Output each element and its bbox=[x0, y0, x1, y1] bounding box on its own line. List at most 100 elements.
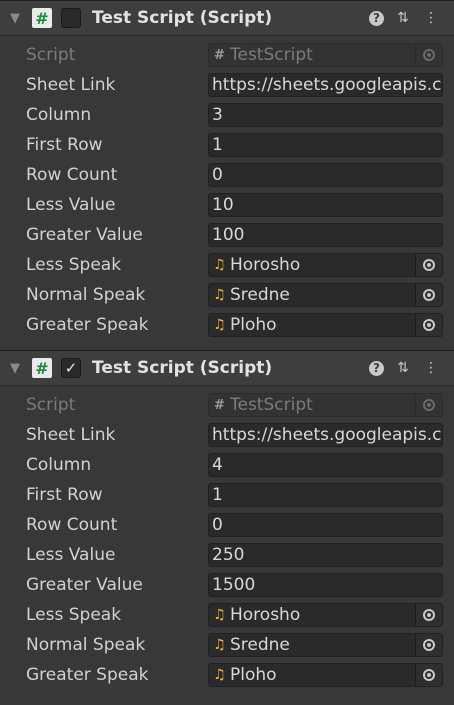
sheet-link-input[interactable]: https://sheets.googleapis.com bbox=[208, 423, 443, 447]
row-greater-speak: Greater Speak ♫ Ploho bbox=[0, 660, 454, 690]
kebab-menu-icon[interactable]: ⋮ bbox=[422, 359, 440, 377]
sheet-link-input[interactable]: https://sheets.googleapis.com bbox=[208, 73, 443, 97]
script-mini-icon: # bbox=[214, 47, 225, 63]
column-input[interactable]: 3 bbox=[208, 103, 443, 127]
object-picker-icon[interactable] bbox=[415, 604, 442, 626]
row-greater-speak: Greater Speak ♫ Ploho bbox=[0, 310, 454, 340]
label-greater-speak: Greater Speak bbox=[26, 315, 149, 335]
label-row-count: Row Count bbox=[26, 165, 118, 185]
row-column: Column 3 bbox=[0, 100, 454, 130]
less-speak-value: Horosho bbox=[230, 605, 301, 625]
label-greater-value: Greater Value bbox=[26, 575, 143, 595]
row-sheet-link: Sheet Link https://sheets.googleapis.com bbox=[0, 70, 454, 100]
greater-value-input[interactable]: 1500 bbox=[208, 573, 443, 597]
object-picker-icon[interactable] bbox=[415, 634, 442, 656]
greater-value-value: 1500 bbox=[212, 575, 256, 595]
foldout-triangle-icon[interactable]: ▼ bbox=[6, 9, 24, 27]
component-header[interactable]: ▼ # Test Script (Script) ? ⇅ ⋮ bbox=[0, 0, 454, 36]
label-less-value: Less Value bbox=[26, 545, 116, 565]
sheet-link-value: https://sheets.googleapis.com bbox=[212, 75, 442, 95]
less-speak-field[interactable]: ♫ Horosho bbox=[208, 253, 443, 277]
object-picker-icon[interactable] bbox=[415, 254, 442, 276]
enabled-checkbox[interactable] bbox=[61, 8, 81, 28]
first-row-value: 1 bbox=[212, 135, 223, 155]
object-picker-icon bbox=[415, 44, 442, 66]
row-less-speak: Less Speak ♫ Horosho bbox=[0, 600, 454, 630]
row-less-value: Less Value 10 bbox=[0, 190, 454, 220]
presets-icon[interactable]: ⇅ bbox=[394, 9, 412, 27]
label-greater-speak: Greater Speak bbox=[26, 665, 149, 685]
row-count-input[interactable]: 0 bbox=[208, 513, 443, 537]
script-icon: # bbox=[32, 358, 52, 378]
row-normal-speak: Normal Speak ♫ Sredne bbox=[0, 630, 454, 660]
less-value-input[interactable]: 250 bbox=[208, 543, 443, 567]
audio-clip-icon: ♫ bbox=[213, 317, 226, 333]
greater-speak-value: Ploho bbox=[230, 315, 277, 335]
less-value-value: 250 bbox=[212, 545, 245, 565]
script-value: TestScript bbox=[230, 45, 313, 65]
script-field: # TestScript bbox=[208, 393, 443, 417]
label-script: Script bbox=[26, 45, 76, 65]
component-test-script-2: ▼ # ✓ Test Script (Script) ? ⇅ ⋮ Script … bbox=[0, 350, 454, 690]
less-speak-value: Horosho bbox=[230, 255, 301, 275]
kebab-menu-icon[interactable]: ⋮ bbox=[422, 9, 440, 27]
object-picker-icon[interactable] bbox=[415, 284, 442, 306]
row-greater-value: Greater Value 100 bbox=[0, 220, 454, 250]
help-icon[interactable]: ? bbox=[369, 10, 384, 26]
row-less-speak: Less Speak ♫ Horosho bbox=[0, 250, 454, 280]
label-first-row: First Row bbox=[26, 485, 103, 505]
row-row-count: Row Count 0 bbox=[0, 160, 454, 190]
sheet-link-value: https://sheets.googleapis.com bbox=[212, 425, 442, 445]
foldout-triangle-icon[interactable]: ▼ bbox=[6, 359, 24, 377]
normal-speak-field[interactable]: ♫ Sredne bbox=[208, 633, 443, 657]
greater-speak-field[interactable]: ♫ Ploho bbox=[208, 313, 443, 337]
label-less-value: Less Value bbox=[26, 195, 116, 215]
label-less-speak: Less Speak bbox=[26, 605, 122, 625]
row-sheet-link: Sheet Link https://sheets.googleapis.com bbox=[0, 420, 454, 450]
row-script: Script # TestScript bbox=[0, 390, 454, 420]
less-value-value: 10 bbox=[212, 195, 234, 215]
object-picker-icon[interactable] bbox=[415, 314, 442, 336]
script-value: TestScript bbox=[230, 395, 313, 415]
label-first-row: First Row bbox=[26, 135, 103, 155]
row-count-input[interactable]: 0 bbox=[208, 163, 443, 187]
row-first-row: First Row 1 bbox=[0, 480, 454, 510]
row-normal-speak: Normal Speak ♫ Sredne bbox=[0, 280, 454, 310]
component-header[interactable]: ▼ # ✓ Test Script (Script) ? ⇅ ⋮ bbox=[0, 350, 454, 386]
audio-clip-icon: ♫ bbox=[213, 287, 226, 303]
greater-value-input[interactable]: 100 bbox=[208, 223, 443, 247]
label-greater-value: Greater Value bbox=[26, 225, 143, 245]
script-mini-icon: # bbox=[214, 397, 225, 413]
audio-clip-icon: ♫ bbox=[213, 607, 226, 623]
label-sheet-link: Sheet Link bbox=[26, 75, 116, 95]
help-icon[interactable]: ? bbox=[369, 360, 384, 376]
audio-clip-icon: ♫ bbox=[213, 257, 226, 273]
label-column: Column bbox=[26, 455, 92, 475]
label-normal-speak: Normal Speak bbox=[26, 285, 146, 305]
row-count-value: 0 bbox=[212, 515, 223, 535]
audio-clip-icon: ♫ bbox=[213, 667, 226, 683]
row-script: Script # TestScript bbox=[0, 40, 454, 70]
less-speak-field[interactable]: ♫ Horosho bbox=[208, 603, 443, 627]
column-value: 3 bbox=[212, 105, 223, 125]
normal-speak-value: Sredne bbox=[230, 635, 290, 655]
row-greater-value: Greater Value 1500 bbox=[0, 570, 454, 600]
greater-value-value: 100 bbox=[212, 225, 245, 245]
column-input[interactable]: 4 bbox=[208, 453, 443, 477]
label-row-count: Row Count bbox=[26, 515, 118, 535]
greater-speak-field[interactable]: ♫ Ploho bbox=[208, 663, 443, 687]
first-row-input[interactable]: 1 bbox=[208, 483, 443, 507]
row-less-value: Less Value 250 bbox=[0, 540, 454, 570]
object-picker-icon[interactable] bbox=[415, 664, 442, 686]
component-title: Test Script (Script) bbox=[92, 8, 273, 28]
first-row-input[interactable]: 1 bbox=[208, 133, 443, 157]
label-sheet-link: Sheet Link bbox=[26, 425, 116, 445]
normal-speak-field[interactable]: ♫ Sredne bbox=[208, 283, 443, 307]
audio-clip-icon: ♫ bbox=[213, 637, 226, 653]
checkmark-icon: ✓ bbox=[64, 359, 78, 377]
presets-icon[interactable]: ⇅ bbox=[394, 359, 412, 377]
row-count-value: 0 bbox=[212, 165, 223, 185]
less-value-input[interactable]: 10 bbox=[208, 193, 443, 217]
row-first-row: First Row 1 bbox=[0, 130, 454, 160]
enabled-checkbox[interactable]: ✓ bbox=[61, 358, 81, 378]
